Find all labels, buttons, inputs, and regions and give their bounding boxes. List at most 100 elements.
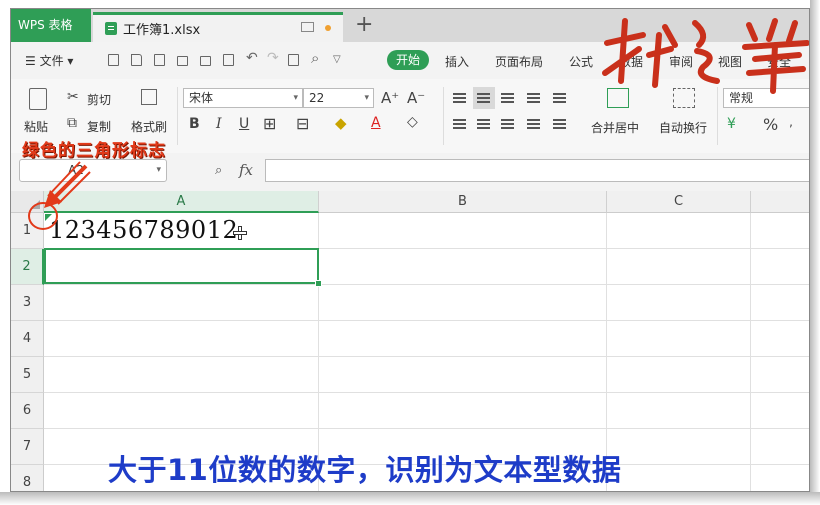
borders-icon[interactable]: ⊞ — [263, 114, 276, 133]
copy-button[interactable]: 复制 — [87, 118, 111, 135]
print-preview-icon[interactable] — [200, 56, 211, 66]
ribbon-divider — [717, 87, 718, 145]
gridline — [44, 284, 809, 285]
row-header-3[interactable]: 3 — [11, 285, 44, 321]
format-painter-icon[interactable] — [141, 89, 157, 105]
merge-center-button[interactable]: 合并居中 — [591, 119, 639, 136]
pdf-icon[interactable] — [288, 54, 299, 66]
chevron-down-icon[interactable]: ▽ — [333, 54, 341, 65]
cut-button[interactable]: 剪切 — [87, 91, 111, 108]
indent-increase-icon — [553, 93, 566, 95]
align-left-button[interactable] — [449, 113, 471, 135]
file-tab-label: 工作簿1.xlsx — [123, 23, 201, 38]
row-header-6[interactable]: 6 — [11, 393, 44, 429]
align-bottom-icon — [501, 93, 514, 95]
italic-button[interactable]: I — [216, 116, 222, 132]
gridline — [44, 356, 809, 357]
font-size-value: 22 — [309, 91, 325, 105]
cell-cursor-icon — [233, 226, 248, 240]
format-painter-button[interactable]: 格式刷 — [131, 118, 167, 135]
monitor-icon[interactable] — [301, 22, 314, 32]
scissors-icon[interactable]: ✂ — [67, 89, 79, 105]
selected-cell-a2[interactable] — [44, 248, 319, 284]
chevron-down-icon: ▾ — [364, 93, 369, 103]
new-doc-icon[interactable] — [108, 54, 119, 66]
formula-input[interactable] — [265, 159, 809, 182]
justify-button[interactable] — [523, 113, 545, 135]
indent-decrease-icon — [527, 93, 540, 95]
font-name-select[interactable]: 宋体 ▾ — [183, 88, 303, 108]
undo-icon[interactable]: ↶ — [246, 50, 258, 66]
grow-font-button[interactable]: A⁺ — [381, 89, 399, 107]
shrink-font-button[interactable]: A⁻ — [407, 89, 425, 107]
align-right-icon — [501, 119, 514, 121]
font-size-select[interactable]: 22 ▾ — [303, 88, 374, 108]
row-header-8[interactable]: 8 — [11, 465, 44, 491]
chevron-down-icon: ▾ — [293, 93, 298, 103]
align-top-button[interactable] — [449, 87, 471, 109]
annotation-green-triangle-label: 绿色的三角形标志 — [22, 141, 166, 161]
open-folder-icon[interactable] — [131, 54, 142, 66]
save-icon[interactable] — [154, 54, 165, 66]
thousands-separator-icon[interactable]: ‚ — [789, 115, 793, 129]
search-icon[interactable]: ⌕ — [311, 49, 319, 67]
gridline — [44, 392, 809, 393]
clear-format-icon[interactable]: ◇ — [407, 114, 418, 130]
app-name[interactable]: WPS 表格 — [11, 9, 91, 42]
bold-button[interactable]: B — [189, 116, 200, 132]
window-shadow-right — [810, 0, 820, 505]
column-header-d[interactable] — [751, 191, 809, 213]
row-header-4[interactable]: 4 — [11, 321, 44, 357]
ribbon-divider — [177, 87, 178, 145]
align-bottom-button[interactable] — [497, 87, 519, 109]
distribute-icon — [553, 119, 566, 121]
row-header-5[interactable]: 5 — [11, 357, 44, 393]
gridline — [44, 320, 809, 321]
align-middle-icon — [477, 93, 490, 95]
align-center-button[interactable] — [473, 113, 495, 135]
wrap-text-button[interactable]: 自动换行 — [659, 119, 707, 136]
paste-icon[interactable] — [29, 88, 47, 110]
justify-icon — [527, 119, 540, 121]
fx-button[interactable]: fx — [239, 161, 253, 179]
percent-button[interactable]: % — [763, 115, 778, 134]
fill-color-icon[interactable]: ◆ — [335, 114, 347, 132]
window-shadow-bottom — [0, 492, 820, 505]
new-tab-button[interactable]: + — [355, 11, 373, 39]
underline-button[interactable]: U — [239, 116, 249, 132]
distribute-button[interactable] — [549, 113, 571, 135]
align-right-button[interactable] — [497, 113, 519, 135]
font-name-value: 宋体 — [189, 91, 214, 105]
cell-a1[interactable]: 123456789012 — [49, 216, 238, 244]
fill-handle[interactable] — [315, 280, 322, 287]
row-header-7[interactable]: 7 — [11, 429, 44, 465]
annotation-caption: 大于11位数的数字，识别为文本型数据 — [108, 453, 622, 487]
print-icon[interactable] — [177, 56, 188, 66]
calligraphy-watermark — [602, 18, 809, 94]
redo-icon[interactable]: ↷ — [267, 50, 279, 66]
indent-increase-button[interactable] — [549, 87, 571, 109]
align-middle-button[interactable] — [473, 87, 495, 109]
indent-decrease-button[interactable] — [523, 87, 545, 109]
ribbon-divider — [443, 87, 444, 145]
tab-page-layout[interactable]: 页面布局 — [495, 53, 543, 70]
column-header-c[interactable]: C — [607, 191, 751, 213]
row-header-2[interactable]: 2 — [11, 249, 44, 285]
align-top-icon — [453, 93, 466, 95]
currency-button[interactable]: ¥ — [727, 116, 736, 132]
tab-formulas[interactable]: 公式 — [569, 53, 593, 70]
file-tab[interactable]: 工作簿1.xlsx — [93, 12, 343, 42]
gridline — [44, 428, 809, 429]
column-header-b[interactable]: B — [319, 191, 607, 213]
file-menu[interactable]: ☰ 文件 ▾ — [25, 52, 73, 69]
copy-icon[interactable]: ⧉ — [67, 115, 77, 131]
wps-window: WPS 表格 工作簿1.xlsx + ☰ 文件 ▾ ↶ ↷ ⌕ ▽ 开始 插入 … — [10, 8, 810, 492]
tab-insert[interactable]: 插入 — [445, 53, 469, 70]
zoom-icon[interactable]: ⌕ — [215, 163, 222, 178]
tab-start[interactable]: 开始 — [387, 50, 429, 70]
unsaved-dot-icon[interactable] — [325, 25, 331, 31]
export-pdf-icon[interactable] — [223, 54, 234, 66]
paste-button[interactable]: 粘贴 — [24, 118, 48, 135]
font-color-icon[interactable]: A — [371, 115, 381, 131]
cell-style-icon[interactable]: ⊟ — [296, 114, 309, 133]
